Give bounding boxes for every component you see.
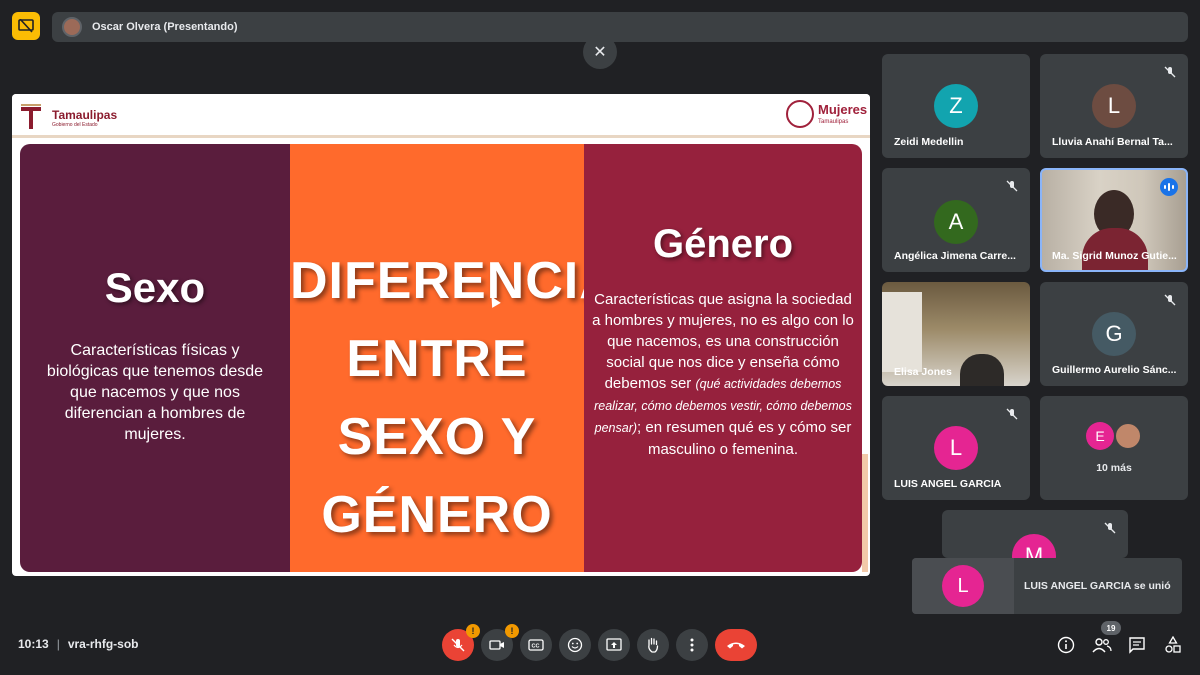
tamaulipas-logo-icon	[21, 104, 41, 129]
meeting-info: 10:13 | vra-rhfg-sob	[18, 637, 139, 651]
captions-icon: CC	[528, 639, 544, 651]
participant-name: Guillermo Aurelio Sánc...	[1052, 364, 1177, 376]
mic-off-icon	[1164, 294, 1176, 306]
participant-tile[interactable]: G Guillermo Aurelio Sánc...	[1040, 282, 1188, 386]
svg-text:CC: CC	[532, 644, 540, 650]
presentation-off-icon[interactable]	[12, 12, 40, 40]
info-icon	[1057, 636, 1075, 654]
participant-video-tile[interactable]: Ma. Sigrid Munoz Gutie...	[1040, 168, 1188, 272]
participant-name: Zeidi Medellin	[894, 136, 964, 148]
mic-warning-badge: !	[466, 624, 480, 638]
participant-name: Lluvia Anahí Bernal Ta...	[1052, 136, 1173, 148]
presenter-bar: Oscar Olvera (Presentando)	[52, 12, 1188, 42]
emoji-icon	[567, 637, 583, 653]
participant-video-tile[interactable]: Elisa Jones	[882, 282, 1030, 386]
tamaulipas-logo-text: Tamaulipas	[52, 108, 118, 122]
sexo-panel: Sexo Características físicas y biológica…	[20, 144, 290, 572]
genero-text-b: ; en resumen qué es y cómo ser masculino…	[637, 419, 852, 458]
center-panel: DIFERENCIA ENTRE SEXO Y GÉNERO	[290, 144, 618, 572]
participant-tile[interactable]: L Lluvia Anahí Bernal Ta...	[1040, 54, 1188, 158]
genero-title: Género	[652, 222, 794, 266]
presenter-name: Oscar Olvera (Presentando)	[92, 21, 238, 33]
participant-name: LUIS ANGEL GARCIA	[894, 478, 1002, 490]
sexo-title: Sexo	[104, 264, 206, 311]
tamaulipas-logo-subtitle: Gobierno del Estado	[52, 122, 98, 128]
join-notification-avatar-area: L	[912, 558, 1014, 614]
camera-button[interactable]: !	[481, 624, 519, 661]
separator: |	[56, 637, 60, 651]
avatar: E	[1086, 422, 1114, 450]
meeting-details-button[interactable]	[1054, 633, 1078, 657]
genero-panel: Género Características que asigna la soc…	[584, 144, 862, 572]
mic-off-icon	[1164, 66, 1176, 78]
participant-tile[interactable]: L LUIS ANGEL GARCIA	[882, 396, 1030, 500]
activities-icon	[1165, 636, 1181, 653]
speaking-indicator-icon	[1160, 178, 1178, 196]
participant-tile[interactable]: A Angélica Jimena Carre...	[882, 168, 1030, 272]
camera-warning-badge: !	[505, 624, 519, 638]
more-participants-label: 10 más	[1096, 462, 1132, 474]
more-options-button[interactable]	[676, 629, 708, 661]
mujeres-logo-text: Mujeres	[818, 102, 868, 117]
present-button[interactable]	[598, 629, 630, 661]
chat-icon	[1129, 637, 1145, 654]
participant-name: Elisa Jones	[894, 366, 952, 378]
hang-up-icon	[727, 642, 745, 649]
close-presentation-button[interactable]: ✕	[583, 35, 617, 69]
presenter-avatar	[62, 17, 82, 37]
join-notification-text: LUIS ANGEL GARCIA se unió	[1024, 580, 1171, 592]
hand-icon	[648, 637, 659, 653]
mic-off-icon	[1006, 408, 1018, 420]
meeting-time: 10:13	[18, 637, 49, 651]
mic-off-icon	[1006, 180, 1018, 192]
avatar: L	[1092, 84, 1136, 128]
more-participants-tile[interactable]: E 10 más	[1040, 396, 1188, 500]
end-call-button[interactable]	[715, 629, 757, 661]
activities-button[interactable]	[1161, 633, 1185, 657]
slide-header: Tamaulipas Gobierno del Estado Mujeres T…	[12, 94, 870, 138]
participant-name: Ma. Sigrid Munoz Gutie...	[1052, 250, 1177, 262]
avatar: A	[934, 200, 978, 244]
present-screen-icon	[606, 638, 622, 651]
center-title: DIFERENCIA ENTRE SEXO Y GÉNERO	[290, 252, 618, 544]
avatar: G	[1092, 312, 1136, 356]
meeting-code[interactable]: vra-rhfg-sob	[68, 637, 139, 651]
genero-description: Características que asigna la sociedad a…	[588, 289, 858, 460]
mic-off-icon	[451, 638, 465, 652]
avatar	[1114, 422, 1142, 450]
chat-button[interactable]	[1125, 633, 1149, 657]
mic-off-icon	[1104, 522, 1116, 534]
raise-hand-button[interactable]	[637, 629, 669, 661]
participant-tile[interactable]: M	[942, 510, 1128, 558]
avatar: Z	[934, 84, 978, 128]
slide-edge-decoration	[862, 454, 868, 572]
mujeres-emblem-icon	[786, 100, 814, 128]
participant-name: Angélica Jimena Carre...	[894, 250, 1016, 262]
camera-off-icon	[489, 640, 504, 650]
avatar: M	[1012, 534, 1056, 558]
participant-video-wall	[882, 292, 922, 372]
join-notification: L LUIS ANGEL GARCIA se unió	[912, 558, 1182, 614]
participant-tile[interactable]: Z Zeidi Medellin	[882, 54, 1030, 158]
shared-slide: Tamaulipas Gobierno del Estado Mujeres T…	[12, 94, 870, 576]
captions-button[interactable]: CC	[520, 629, 552, 661]
mujeres-logo-subtitle: Tamaulipas	[818, 119, 849, 125]
more-vert-icon	[690, 638, 694, 652]
avatar: L	[942, 565, 984, 607]
sexo-description: Características físicas y biológicas que…	[46, 342, 264, 443]
reactions-button[interactable]	[559, 629, 591, 661]
people-button[interactable]	[1090, 633, 1114, 657]
close-icon: ✕	[593, 44, 607, 61]
people-icon	[1092, 638, 1112, 653]
mic-button[interactable]: !	[442, 624, 480, 661]
avatar: L	[934, 426, 978, 470]
